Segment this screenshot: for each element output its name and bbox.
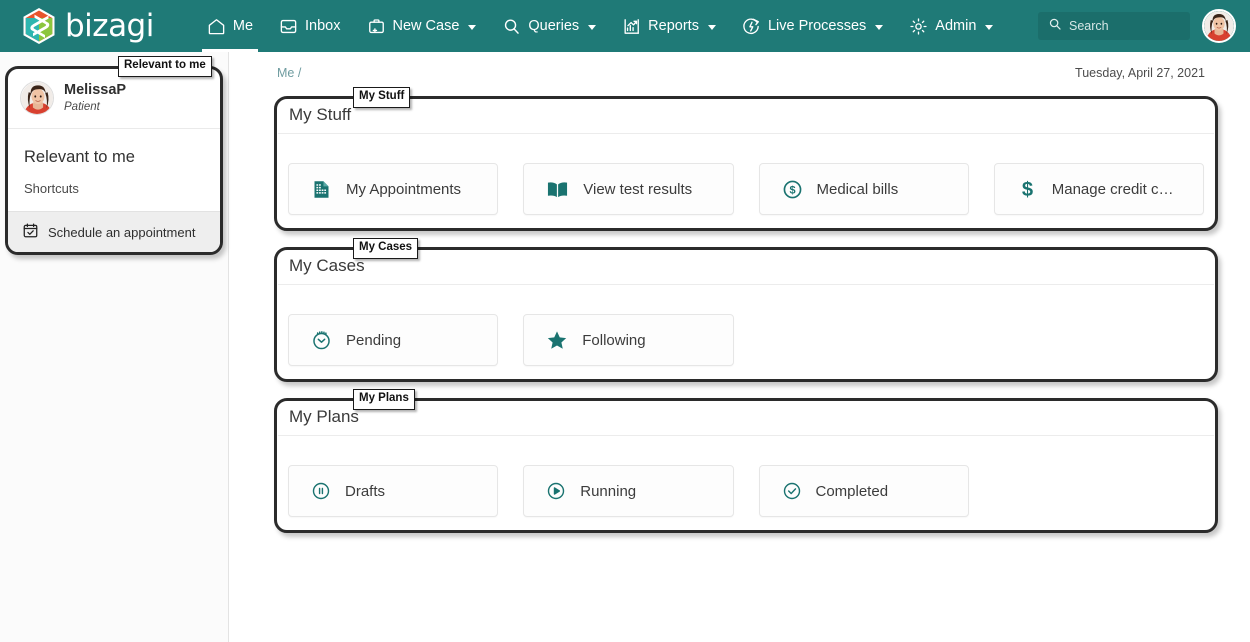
bizagi-hexagon-logo	[23, 8, 55, 44]
annotation-relevant-to-me: Relevant to me	[118, 56, 212, 77]
nav-item-queries[interactable]: Queries	[489, 0, 609, 52]
calendar-check-icon	[22, 222, 39, 242]
current-date: Tuesday, April 27, 2021	[1075, 66, 1205, 80]
avatar	[20, 81, 54, 115]
chevron-down-icon	[875, 24, 884, 30]
search-input[interactable]: Search	[1038, 12, 1190, 40]
nav-label: Queries	[528, 18, 580, 34]
section-my-stuff: My Stuff My Stuff My Appointments View t…	[274, 87, 1218, 231]
tile-medical-bills[interactable]: $ Medical bills	[758, 163, 969, 215]
section-title: My Plans	[278, 401, 1214, 436]
reports-chart-icon	[622, 17, 641, 36]
profile-role: Patient	[64, 100, 100, 113]
header-right-group: Search	[1038, 9, 1250, 43]
new-case-icon	[367, 17, 386, 36]
tile-pending[interactable]: Pending	[288, 314, 499, 366]
search-icon	[502, 17, 521, 36]
section-title: My Cases	[278, 250, 1214, 285]
tile-label: Manage credit cards	[1051, 180, 1181, 198]
nav-label: Reports	[648, 18, 699, 34]
sidebar-heading: Relevant to me	[24, 148, 135, 166]
pause-circle-icon	[311, 481, 331, 501]
breadcrumb[interactable]: Me /	[277, 66, 301, 80]
section-my-cases: My Cases My Cases Pending Following	[274, 238, 1218, 382]
annotation-my-cases: My Cases	[353, 238, 419, 259]
tile-row: Drafts Running Completed	[277, 436, 1215, 517]
nav-item-inbox[interactable]: Inbox	[266, 0, 353, 52]
svg-text:$: $	[1022, 179, 1033, 201]
tile-view-test-results[interactable]: View test results	[523, 163, 734, 215]
nav-label: Live Processes	[767, 18, 867, 34]
tile-row: My Appointments View test results $ Medi…	[277, 134, 1215, 215]
open-book-icon	[546, 179, 569, 200]
tile-manage-credit-cards[interactable]: $ Manage credit cards	[993, 163, 1204, 215]
profile-text: MelissaP Patient	[64, 81, 126, 114]
play-circle-icon	[546, 481, 566, 501]
tile-running[interactable]: Running	[523, 465, 734, 517]
tile-label: Medical bills	[816, 180, 899, 198]
inbox-icon	[279, 17, 298, 36]
nav-label: Admin	[935, 18, 977, 34]
nav-item-reports[interactable]: Reports	[609, 0, 729, 52]
tile-label: My Appointments	[346, 180, 462, 198]
avatar[interactable]	[1202, 9, 1236, 43]
tile-drafts[interactable]: Drafts	[288, 465, 499, 517]
star-filled-icon	[546, 329, 568, 351]
check-circle-icon	[782, 481, 802, 501]
nav-item-admin[interactable]: Admin	[896, 0, 1006, 52]
nav-item-live-processes[interactable]: Live Processes	[729, 0, 896, 52]
user-avatar	[1204, 11, 1234, 41]
tile-label: View test results	[583, 180, 693, 198]
chevron-down-icon	[588, 24, 597, 30]
sidebar-panel: MelissaP Patient Relevant to me Shortcut…	[5, 66, 223, 255]
tile-label: Pending	[346, 331, 402, 349]
app-header: bizagi Me Inbox New Case Queries Reports…	[0, 0, 1250, 52]
brand-logo[interactable]: bizagi	[22, 7, 154, 45]
nav-item-new-case[interactable]: New Case	[354, 0, 490, 52]
user-avatar	[21, 82, 53, 114]
sidebar-item-schedule-an-appointment[interactable]: Schedule an appointment	[8, 211, 220, 252]
live-processes-icon	[742, 17, 761, 36]
chevron-down-icon	[468, 24, 477, 30]
tile-completed[interactable]: Completed	[758, 465, 969, 517]
annotation-my-plans: My Plans	[353, 389, 415, 410]
home-icon	[207, 17, 226, 36]
search-icon	[1048, 17, 1062, 36]
tile-label: Following	[582, 331, 646, 349]
tile-label: Drafts	[345, 482, 386, 500]
tile-row: Pending Following	[277, 285, 1215, 366]
brand-name: bizagi	[65, 7, 154, 44]
page-body: Relevant to me MelissaP Patient Relevant…	[0, 52, 1250, 642]
search-placeholder: Search	[1069, 19, 1109, 33]
profile-name: MelissaP	[64, 82, 127, 99]
gear-icon	[909, 17, 928, 36]
main-content: Me / Tuesday, April 27, 2021 My Stuff My…	[229, 52, 1250, 642]
sidebar: Relevant to me MelissaP Patient Relevant…	[0, 52, 229, 642]
nav-label: Me	[232, 18, 254, 34]
tile-following[interactable]: Following	[523, 314, 734, 366]
sidebar-item-label: Schedule an appointment	[48, 224, 196, 240]
document-report-icon	[311, 179, 332, 200]
section-title: My Stuff	[278, 99, 1214, 134]
sidebar-profile[interactable]: MelissaP Patient	[8, 69, 220, 129]
tile-label: Running	[580, 482, 637, 500]
svg-text:$: $	[789, 184, 795, 196]
tile-my-appointments[interactable]: My Appointments	[288, 163, 499, 215]
nav-item-me[interactable]: Me	[194, 0, 266, 52]
sidebar-subheading: Shortcuts	[24, 181, 79, 196]
tile-label: Completed	[815, 482, 889, 500]
nav-label: New Case	[392, 18, 460, 34]
main-nav: Me Inbox New Case Queries Reports Live P…	[194, 0, 1038, 52]
chevron-down-icon	[707, 24, 716, 30]
chevron-down-icon	[985, 24, 994, 30]
content-topline: Me / Tuesday, April 27, 2021	[274, 52, 1218, 80]
section-my-plans: My Plans My Plans Drafts Running Complet…	[274, 389, 1218, 533]
dollar-sign-icon: $	[1017, 178, 1038, 201]
clock-pending-icon	[311, 330, 332, 351]
annotation-my-stuff: My Stuff	[353, 87, 411, 108]
nav-label: Inbox	[305, 18, 341, 34]
dollar-circle-icon: $	[782, 179, 803, 200]
